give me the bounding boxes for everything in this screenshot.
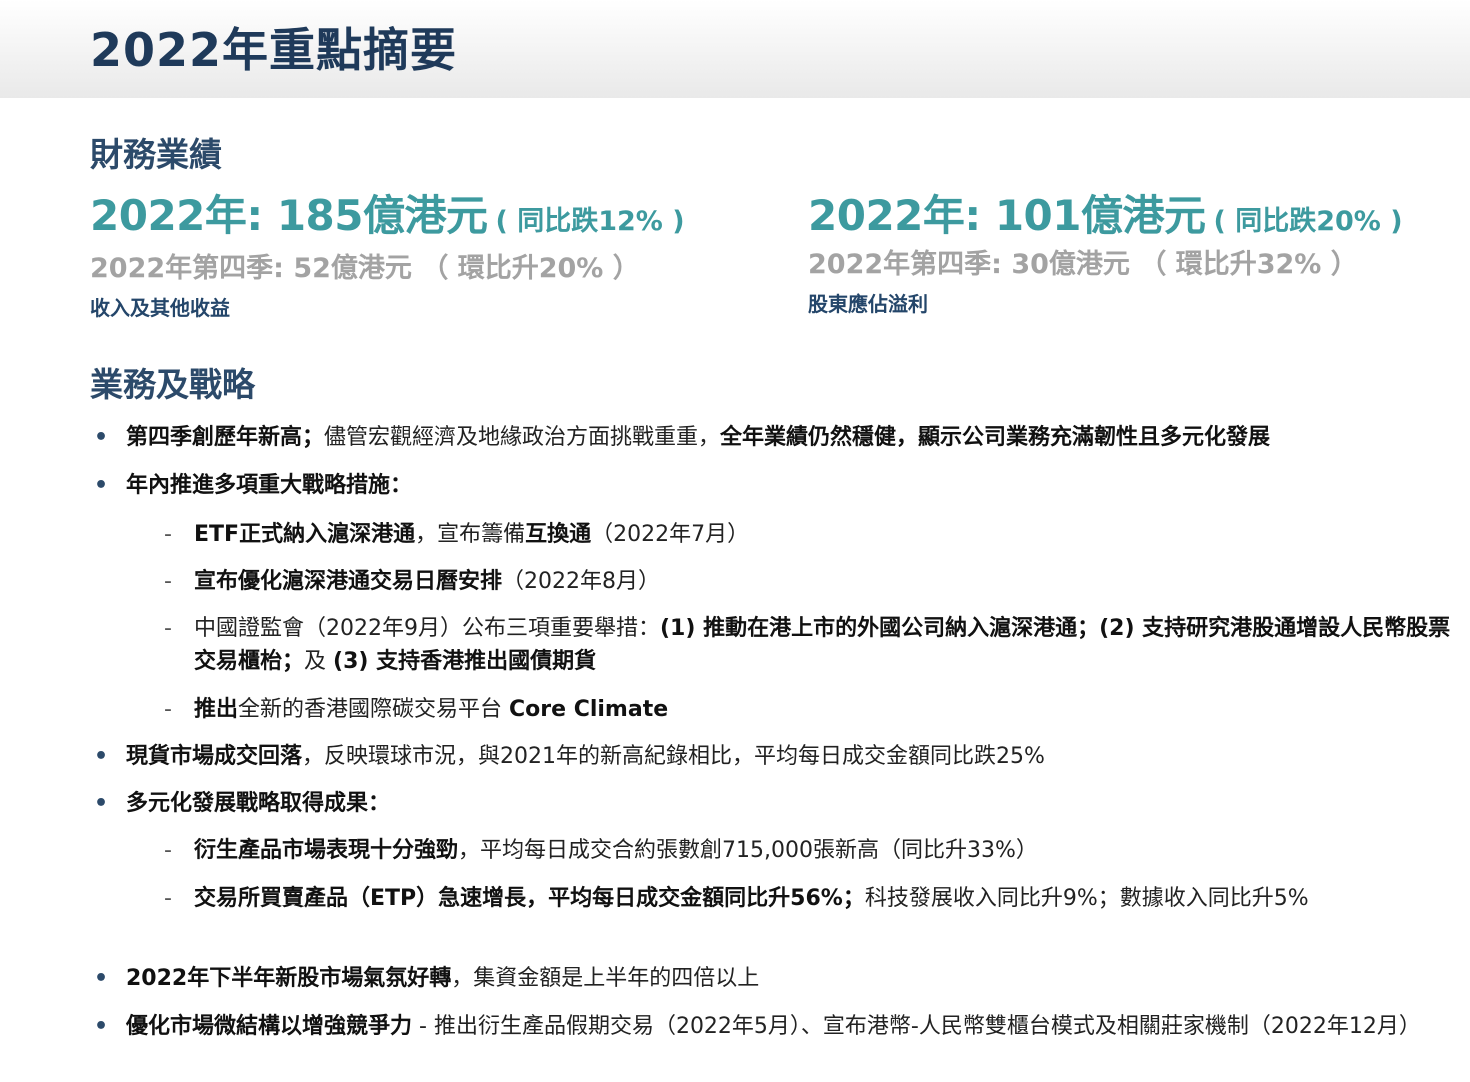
- bullet-marker: •: [94, 473, 109, 498]
- subitem-etf-connect: ETF正式納入滬深港通，宣布籌備互換通（2022年7月）: [194, 522, 750, 547]
- bullet-marker: •: [94, 1014, 109, 1039]
- dash-marker: -: [164, 838, 172, 863]
- bullet-marker: •: [94, 744, 109, 769]
- dash-marker: -: [164, 616, 172, 641]
- bullet-ipo-market: 2022年下半年新股市場氣氛好轉，集資金額是上半年的四倍以上: [126, 966, 760, 991]
- dash-marker: -: [164, 886, 172, 911]
- dash-marker: -: [164, 697, 172, 722]
- bullet-marker: •: [94, 966, 109, 991]
- bullet-record-quarter: 第四季創歷年新高；儘管宏觀經濟及地緣政治方面挑戰重重，全年業績仍然穩健，顯示公司…: [126, 425, 1271, 450]
- bullet-market-microstructure: 優化市場微結構以增強競爭力 - 推出衍生產品假期交易（2022年5月）、宣布港幣…: [126, 1014, 1421, 1039]
- subitem-derivatives: 衍生產品市場表現十分強勁，平均每日成交合約張數創715,000張新高（同比升33…: [194, 838, 1038, 863]
- dash-marker: -: [164, 569, 172, 594]
- bullet-strategic-initiatives: 年內推進多項重大戰略措施：: [126, 473, 413, 498]
- bullet-marker: •: [94, 791, 109, 816]
- subitem-trading-calendar: 宣布優化滬深港通交易日曆安排（2022年8月）: [194, 569, 661, 594]
- subitem-core-climate: 推出全新的香港國際碳交易平台 Core Climate: [194, 697, 669, 722]
- business-bullet-list: • 第四季創歷年新高；儘管宏觀經濟及地緣政治方面挑戰重重，全年業績仍然穩健，顯示…: [0, 0, 1470, 1082]
- dash-marker: -: [164, 522, 172, 547]
- subitem-csrc-measures: 中國證監會（2022年9月）公布三項重要舉措：(1) 推動在港上市的外國公司納入…: [194, 616, 1451, 674]
- bullet-diversification: 多元化發展戰略取得成果：: [126, 791, 391, 816]
- bullet-marker: •: [94, 425, 109, 450]
- bullet-cash-market: 現貨市場成交回落，反映環球市況，與2021年的新高紀錄相比，平均每日成交金額同比…: [126, 744, 1045, 769]
- subitem-etp-growth: 交易所買賣產品（ETP）急速增長，平均每日成交金額同比升56%；科技發展收入同比…: [194, 886, 1309, 911]
